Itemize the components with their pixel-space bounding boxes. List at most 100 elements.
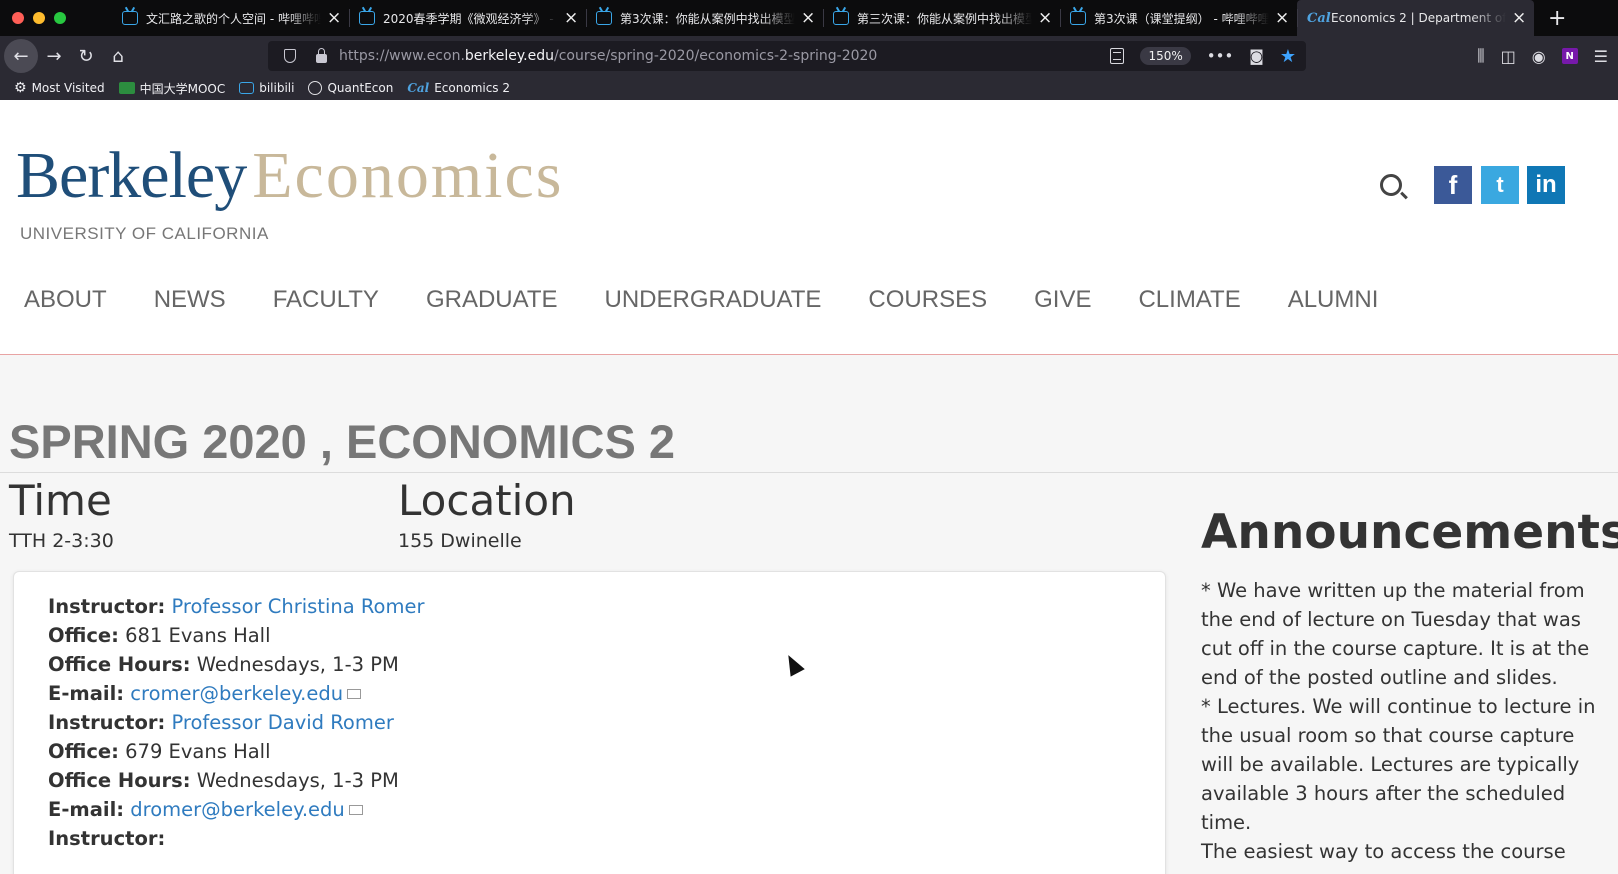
tab-title: 第3次课：你能从案例中找出模型吗 xyxy=(620,11,795,26)
pocket-icon[interactable]: ◙ xyxy=(1249,47,1264,65)
tab-5[interactable]: 第3次课（课堂提纲） - 哔哩哔哩 × xyxy=(1060,0,1297,36)
site-logo[interactable]: BerkeleyEconomics xyxy=(16,138,563,214)
onenote-icon[interactable]: N xyxy=(1561,48,1578,64)
tab-6-active[interactable]: Cal Economics 2 | Department of Economic… xyxy=(1297,0,1534,36)
sidebar-icon[interactable]: ◫ xyxy=(1501,47,1516,66)
tab-close-icon[interactable]: × xyxy=(1038,8,1052,28)
tab-close-icon[interactable]: × xyxy=(564,8,578,28)
instructor-row: Instructor: xyxy=(48,824,1165,853)
url-path: /course/spring-2020/economics-2-spring-2… xyxy=(554,48,878,64)
announcement-item: * Lectures. We will continue to lecture … xyxy=(1201,695,1596,834)
tab-close-icon[interactable]: × xyxy=(801,8,815,28)
tab-bar: 文汇路之歌的个人空间 - 哔哩哔哩 × 2020春季学期《微观经济学》 - 哔哩… xyxy=(0,0,1618,36)
lock-icon[interactable] xyxy=(316,47,327,63)
instructor-link[interactable]: Professor Christina Romer xyxy=(171,595,424,618)
nav-graduate[interactable]: GRADUATE xyxy=(426,286,558,314)
tab-close-icon[interactable]: × xyxy=(327,8,341,28)
nav-climate[interactable]: CLIMATE xyxy=(1138,286,1240,314)
email-link[interactable]: dromer@berkeley.edu xyxy=(130,798,345,821)
email-row: E-mail: dromer@berkeley.edu xyxy=(48,795,1165,824)
bookmark-label: Most Visited xyxy=(31,81,105,95)
arrow-left-icon: ← xyxy=(13,45,29,67)
bookmark-mooc[interactable]: 中国大学MOOC xyxy=(118,80,226,97)
nav-undergraduate[interactable]: UNDERGRADUATE xyxy=(605,286,822,314)
back-button[interactable]: ← xyxy=(4,39,38,73)
field-label: Instructor: xyxy=(48,711,166,734)
menu-icon[interactable]: ☰ xyxy=(1594,47,1608,66)
new-tab-button[interactable]: + xyxy=(1534,6,1566,31)
bilibili-tv-icon xyxy=(359,11,375,25)
announcements-heading: Announcements xyxy=(1201,505,1618,560)
reader-view-icon[interactable] xyxy=(1110,48,1125,64)
nav-give[interactable]: GIVE xyxy=(1034,286,1091,314)
tab-3[interactable]: 第3次课：你能从案例中找出模型吗 × xyxy=(586,0,823,36)
page-title: SPRING 2020 , ECONOMICS 2 xyxy=(9,415,676,468)
more-actions-icon[interactable]: ••• xyxy=(1207,47,1234,65)
instructor-link[interactable]: Professor David Romer xyxy=(171,711,393,734)
nav-faculty[interactable]: FACULTY xyxy=(273,286,379,314)
nav-courses[interactable]: COURSES xyxy=(868,286,987,314)
bookmark-bilibili[interactable]: bilibili xyxy=(239,81,294,95)
navigation-toolbar: ← → ↻ ⌂ https://www.econ.berkeley.edu/co… xyxy=(0,36,1618,76)
url-text[interactable]: https://www.econ.berkeley.edu/course/spr… xyxy=(339,48,877,64)
bookmark-most-visited[interactable]: ⚙ Most Visited xyxy=(14,80,105,96)
office-value: 681 Evans Hall xyxy=(125,624,271,647)
bookmark-economics-2[interactable]: Cal Economics 2 xyxy=(407,81,510,95)
announcements-body: * We have written up the material from t… xyxy=(1201,576,1596,866)
forward-button[interactable]: → xyxy=(38,40,70,72)
tab-2[interactable]: 2020春季学期《微观经济学》 - 哔哩哔哩 × xyxy=(349,0,586,36)
nav-alumni[interactable]: ALUMNI xyxy=(1288,286,1379,314)
globe-icon xyxy=(308,81,323,95)
tab-1[interactable]: 文汇路之歌的个人空间 - 哔哩哔哩 × xyxy=(112,0,349,36)
bookmarks-toolbar: ⚙ Most Visited 中国大学MOOC bilibili QuantEco… xyxy=(0,76,1618,100)
minimize-window-button[interactable] xyxy=(33,12,45,24)
web-page: BerkeleyEconomics UNIVERSITY OF CALIFORN… xyxy=(0,100,1618,874)
twitter-icon[interactable]: t xyxy=(1481,166,1519,204)
zoom-level-badge[interactable]: 150% xyxy=(1140,47,1191,65)
bilibili-tv-icon xyxy=(596,11,612,25)
field-label: Instructor: xyxy=(48,595,166,618)
tab-4[interactable]: 第三次课：你能从案例中找出模型吗 × xyxy=(823,0,1060,36)
bilibili-tv-icon xyxy=(239,82,255,94)
email-link[interactable]: cromer@berkeley.edu xyxy=(130,682,343,705)
field-label: Office Hours: xyxy=(48,653,191,676)
field-label: E-mail: xyxy=(48,798,125,821)
office-row: Office: 679 Evans Hall xyxy=(48,737,1165,766)
reload-button[interactable]: ↻ xyxy=(70,40,102,72)
bookmark-quantecon[interactable]: QuantEcon xyxy=(308,81,393,95)
tab-close-icon[interactable]: × xyxy=(1275,8,1289,28)
linkedin-glyph: in xyxy=(1535,171,1557,198)
mail-icon xyxy=(348,805,363,815)
linkedin-icon[interactable]: in xyxy=(1527,166,1565,204)
library-icon[interactable]: ⫼ xyxy=(1477,46,1484,66)
account-icon[interactable]: ◉ xyxy=(1532,47,1546,66)
tab-close-icon[interactable]: × xyxy=(1512,8,1526,28)
location-heading: Location xyxy=(398,476,576,525)
site-header: BerkeleyEconomics UNIVERSITY OF CALIFORN… xyxy=(0,100,1618,355)
window-controls xyxy=(0,12,112,24)
bookmark-label: bilibili xyxy=(259,81,295,95)
bilibili-tv-icon xyxy=(833,11,849,25)
tab-title: 文汇路之歌的个人空间 - 哔哩哔哩 xyxy=(146,11,321,26)
location-value: 155 Dwinelle xyxy=(398,530,522,552)
close-window-button[interactable] xyxy=(12,12,24,24)
bookmark-star-icon[interactable]: ★ xyxy=(1280,46,1296,67)
logo-economics: Economics xyxy=(252,139,564,212)
facebook-icon[interactable]: f xyxy=(1434,166,1472,204)
zoom-window-button[interactable] xyxy=(54,12,66,24)
tracking-shield-icon[interactable] xyxy=(284,49,296,63)
bookmark-label: 中国大学MOOC xyxy=(139,81,226,96)
bookmark-label: Economics 2 xyxy=(434,81,511,95)
hours-value: Wednesdays, 1-3 PM xyxy=(196,769,399,792)
mooc-icon xyxy=(118,82,135,94)
bookmark-label: QuantEcon xyxy=(327,81,394,95)
nav-news[interactable]: NEWS xyxy=(154,286,226,314)
home-button[interactable]: ⌂ xyxy=(102,40,134,72)
logo-berkeley: Berkeley xyxy=(16,139,247,212)
search-icon[interactable] xyxy=(1380,174,1402,196)
address-bar[interactable]: https://www.econ.berkeley.edu/course/spr… xyxy=(268,41,1306,71)
hours-value: Wednesdays, 1-3 PM xyxy=(196,653,399,676)
nav-about[interactable]: ABOUT xyxy=(24,286,107,314)
gear-icon: ⚙ xyxy=(14,80,27,96)
tab-title: 2020春季学期《微观经济学》 - 哔哩哔哩 xyxy=(383,11,558,26)
